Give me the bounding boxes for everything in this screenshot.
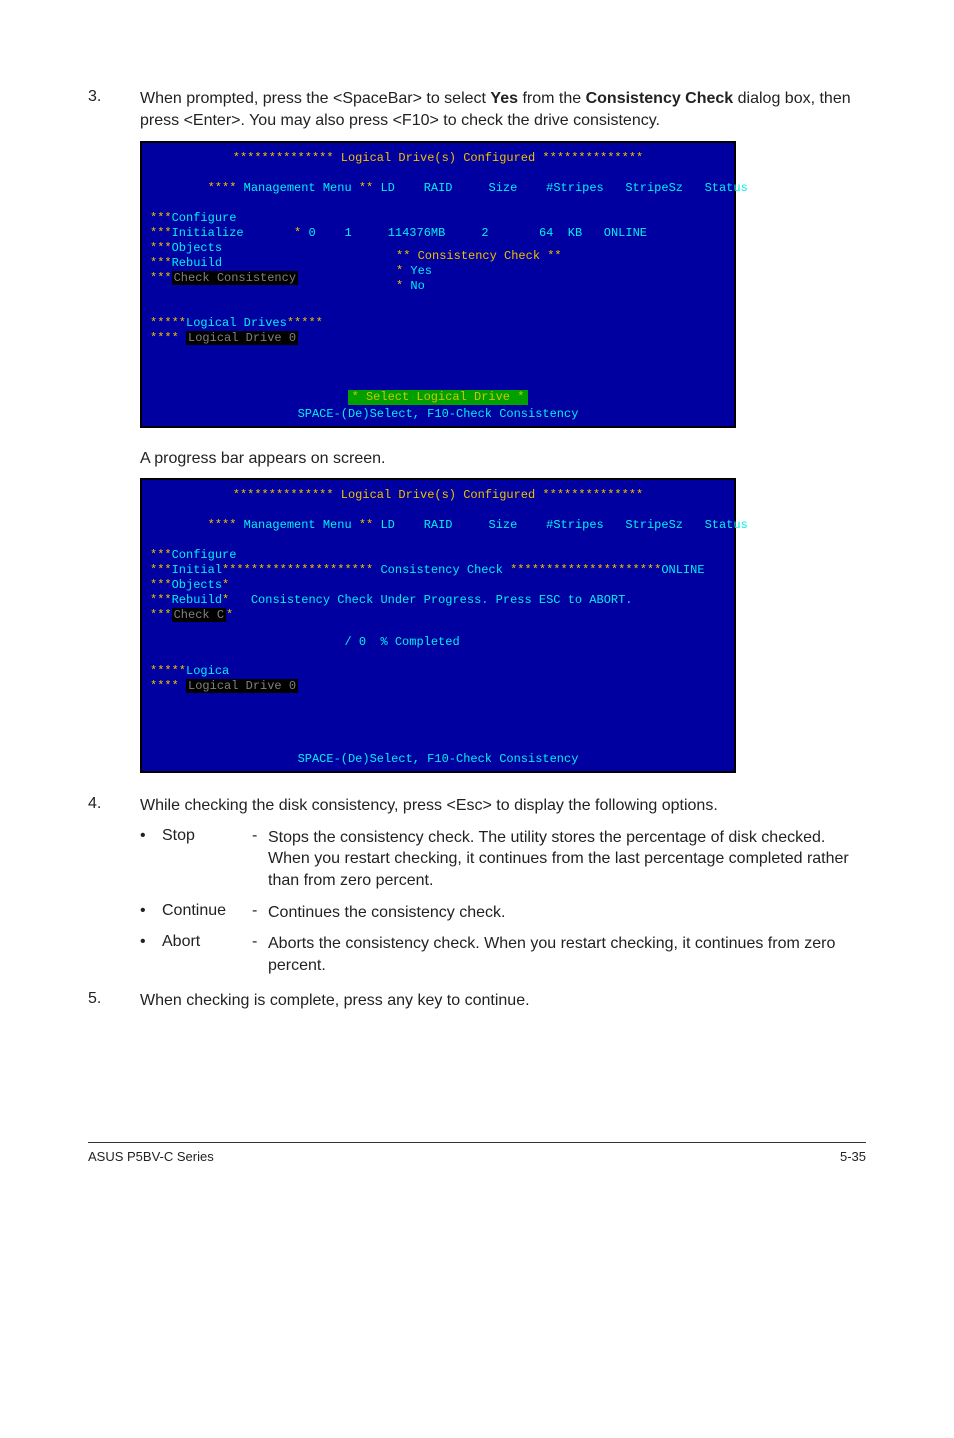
step3-text-b: from the bbox=[518, 90, 586, 107]
option-abort: • Abort - Aborts the consistency check. … bbox=[140, 933, 866, 976]
step-4-text: While checking the disk consistency, pre… bbox=[140, 795, 718, 817]
s1-popup-no: No bbox=[410, 279, 424, 293]
s1-menu-0: Configure bbox=[172, 211, 237, 225]
step-4-number: 4. bbox=[88, 795, 140, 817]
s1-h-status: Status bbox=[705, 181, 748, 195]
s1-menu-3: Rebuild bbox=[172, 256, 222, 270]
bullet-icon: • bbox=[140, 827, 162, 892]
s2-inner-title: Consistency Check bbox=[380, 563, 502, 577]
s1-d-ld: 0 bbox=[308, 226, 315, 240]
s2-subitem: Logical Drive 0 bbox=[186, 679, 298, 693]
step-4: 4. While checking the disk consistency, … bbox=[88, 795, 866, 817]
s2-hint: SPACE-(De)Select, F10-Check Consistency bbox=[150, 750, 726, 771]
s2-inner-msg: Consistency Check Under Progress. Press … bbox=[251, 593, 633, 607]
s1-menu-1: Initialize bbox=[172, 226, 244, 240]
step-5: 5. When checking is complete, press any … bbox=[88, 990, 866, 1012]
option-stop-desc: Stops the consistency check. The utility… bbox=[268, 827, 866, 892]
bullet-icon: • bbox=[140, 933, 162, 976]
option-continue-desc: Continues the consistency check. bbox=[268, 902, 505, 924]
s1-d-stripes: 2 bbox=[481, 226, 488, 240]
footer-left: ASUS P5BV-C Series bbox=[88, 1149, 214, 1164]
step3-text-a: When prompted, press the <SpaceBar> to s… bbox=[140, 90, 490, 107]
bullet-icon: • bbox=[140, 902, 162, 924]
s1-d-status: ONLINE bbox=[604, 226, 647, 240]
s1-popup-title: Consistency Check bbox=[418, 249, 540, 263]
step-3-text: When prompted, press the <SpaceBar> to s… bbox=[140, 88, 866, 131]
footer-right: 5-35 bbox=[840, 1149, 866, 1164]
s1-d-raid: 1 bbox=[344, 226, 351, 240]
option-abort-desc: Aborts the consistency check. When you r… bbox=[268, 933, 866, 976]
progress-note: A progress bar appears on screen. bbox=[140, 450, 866, 468]
s2-h-stripesz: StripeSz bbox=[625, 518, 683, 532]
screenshot-2: ************** Logical Drive(s) Configur… bbox=[140, 478, 736, 773]
option-continue: • Continue - Continues the consistency c… bbox=[140, 902, 866, 924]
s1-menu-title: Management Menu bbox=[244, 181, 352, 195]
s1-d-stripesz: 64 KB bbox=[539, 226, 582, 240]
s2-right-status: ONLINE bbox=[661, 563, 704, 577]
s1-d-size: 114376MB bbox=[388, 226, 446, 240]
s2-h-size: Size bbox=[489, 518, 518, 532]
s2-h-ld: LD bbox=[380, 518, 394, 532]
s2-menu-3: Rebuild bbox=[172, 593, 222, 607]
step-3-number: 3. bbox=[88, 88, 140, 131]
s1-h-stripes: #Stripes bbox=[546, 181, 604, 195]
step-5-number: 5. bbox=[88, 990, 140, 1012]
s2-h-raid: RAID bbox=[424, 518, 453, 532]
s1-subsection: Logical Drives bbox=[186, 316, 287, 330]
page-footer: ASUS P5BV-C Series 5-35 bbox=[88, 1142, 866, 1164]
s1-menu-4: Check Consistency bbox=[172, 271, 298, 285]
s1-h-ld: LD bbox=[380, 181, 394, 195]
s1-title: Logical Drive(s) Configured bbox=[341, 151, 535, 165]
s1-h-raid: RAID bbox=[424, 181, 453, 195]
s1-green-bar: * Select Logical Drive * bbox=[348, 390, 529, 405]
step3-bold-a: Yes bbox=[490, 90, 518, 107]
s1-hint: SPACE-(De)Select, F10-Check Consistency bbox=[150, 405, 726, 426]
s1-subitem: Logical Drive 0 bbox=[186, 331, 298, 345]
option-abort-label: Abort bbox=[162, 933, 252, 976]
dash-icon: - bbox=[252, 902, 268, 924]
s1-h-size: Size bbox=[489, 181, 518, 195]
s2-menu-4: Check C bbox=[172, 608, 226, 622]
s1-popup: ** Consistency Check ** * Yes * No bbox=[390, 247, 568, 296]
step-3: 3. When prompted, press the <SpaceBar> t… bbox=[88, 88, 866, 131]
dash-icon: - bbox=[252, 933, 268, 976]
s1-green-bar-text: Select Logical Drive bbox=[366, 390, 510, 404]
s2-h-status: Status bbox=[705, 518, 748, 532]
s1-h-stripesz: StripeSz bbox=[625, 181, 683, 195]
s2-h-stripes: #Stripes bbox=[546, 518, 604, 532]
s1-menu-2: Objects bbox=[172, 241, 222, 255]
s2-menu-1: Initial bbox=[172, 563, 222, 577]
s1-popup-yes: Yes bbox=[410, 264, 432, 278]
screenshot-1: ************** Logical Drive(s) Configur… bbox=[140, 141, 736, 428]
step-5-text: When checking is complete, press any key… bbox=[140, 990, 530, 1012]
option-stop: • Stop - Stops the consistency check. Th… bbox=[140, 827, 866, 892]
option-continue-label: Continue bbox=[162, 902, 252, 924]
s2-progress: / 0 % Completed bbox=[344, 635, 459, 649]
s2-menu-title: Management Menu bbox=[244, 518, 352, 532]
s2-title: Logical Drive(s) Configured bbox=[341, 488, 535, 502]
options-list: • Stop - Stops the consistency check. Th… bbox=[140, 827, 866, 977]
s2-subsection: Logica bbox=[186, 664, 229, 678]
s2-menu-2: Objects bbox=[172, 578, 222, 592]
dash-icon: - bbox=[252, 827, 268, 892]
step3-bold-b: Consistency Check bbox=[586, 90, 734, 107]
s2-menu-0: Configure bbox=[172, 548, 237, 562]
option-stop-label: Stop bbox=[162, 827, 252, 892]
